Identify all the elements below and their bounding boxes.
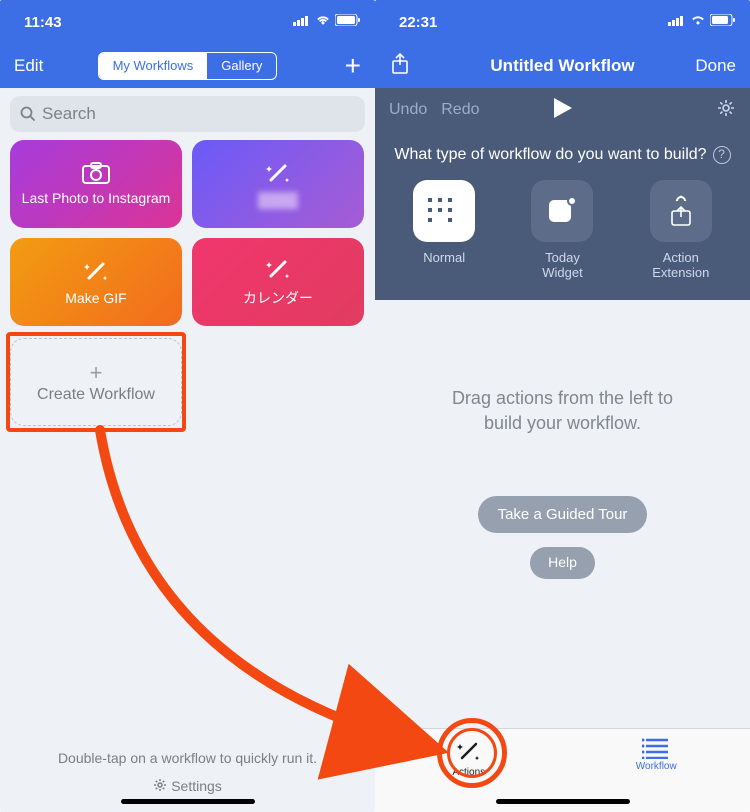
- play-icon: [554, 98, 572, 118]
- toolbar: Undo Redo: [375, 88, 750, 132]
- workflow-card[interactable]: Last Photo to Instagram: [10, 140, 182, 228]
- guided-tour-button[interactable]: Take a Guided Tour: [478, 496, 648, 533]
- picker-question: What type of workflow do you want to bui…: [385, 146, 740, 164]
- play-button[interactable]: [554, 98, 572, 123]
- tab-my-workflows[interactable]: My Workflows: [99, 53, 208, 79]
- canvas-hint: Drag actions from the left to build your…: [452, 386, 673, 436]
- create-highlight: + Create Workflow: [6, 332, 186, 432]
- wifi-icon: [690, 14, 706, 26]
- signal-icon: [293, 14, 311, 26]
- help-button[interactable]: Help: [530, 547, 595, 579]
- settings-button[interactable]: [716, 98, 736, 123]
- wand-icon: [265, 160, 291, 186]
- status-indicators: [293, 14, 361, 26]
- status-time: 22:31: [399, 14, 437, 31]
- extension-icon: [664, 193, 698, 229]
- widget-icon: [545, 194, 579, 228]
- share-icon: [391, 53, 409, 75]
- nav-bar: Untitled Workflow Done: [375, 44, 750, 88]
- search-input[interactable]: Search: [10, 96, 365, 132]
- wifi-icon: [315, 14, 331, 26]
- segmented-control: My Workflows Gallery: [98, 52, 278, 80]
- battery-icon: [335, 14, 361, 26]
- redo-button[interactable]: Redo: [441, 101, 479, 119]
- wand-icon: [83, 258, 109, 284]
- status-bar: 11:43: [0, 0, 375, 44]
- workflow-grid: Last Photo to Instagram ████ Make GIF カレ…: [0, 140, 375, 326]
- edit-button[interactable]: Edit: [14, 56, 43, 76]
- help-icon[interactable]: ?: [713, 146, 731, 164]
- battery-icon: [710, 14, 736, 26]
- workflow-card[interactable]: Make GIF: [10, 238, 182, 326]
- workflow-canvas[interactable]: Drag actions from the left to build your…: [375, 300, 750, 579]
- search-icon: [20, 106, 36, 122]
- undo-button[interactable]: Undo: [389, 101, 427, 119]
- share-button[interactable]: [391, 53, 409, 80]
- workflow-card[interactable]: カレンダー: [192, 238, 364, 326]
- page-title[interactable]: Untitled Workflow: [490, 56, 634, 76]
- type-today-widget[interactable]: Today Widget: [512, 180, 612, 280]
- settings-button[interactable]: Settings: [0, 778, 375, 812]
- home-indicator: [496, 799, 630, 804]
- normal-icon: [426, 196, 462, 226]
- type-normal[interactable]: Normal: [394, 180, 494, 280]
- status-time: 11:43: [24, 14, 62, 31]
- nav-bar: Edit My Workflows Gallery +: [0, 44, 375, 88]
- gear-icon: [153, 778, 167, 792]
- signal-icon: [668, 14, 686, 26]
- workflow-card[interactable]: ████: [192, 140, 364, 228]
- plus-icon: +: [90, 360, 103, 386]
- hint-text: Double-tap on a workflow to quickly run …: [0, 750, 375, 766]
- done-button[interactable]: Done: [695, 56, 736, 76]
- status-bar: 22:31: [375, 0, 750, 44]
- wand-icon: [265, 256, 291, 282]
- type-action-extension[interactable]: Action Extension: [631, 180, 731, 280]
- list-icon: [642, 737, 670, 759]
- tab-gallery[interactable]: Gallery: [207, 53, 276, 79]
- home-indicator: [121, 799, 255, 804]
- tab-bar: Actions Workflow: [375, 728, 750, 812]
- add-button[interactable]: +: [345, 52, 361, 80]
- gear-icon: [716, 98, 736, 118]
- editor-screen: 22:31 Untitled Workflow Done Undo Redo W…: [375, 0, 750, 812]
- blurred-label: ████: [258, 192, 298, 208]
- camera-icon: [82, 162, 110, 184]
- create-workflow-button[interactable]: + Create Workflow: [10, 338, 182, 426]
- type-picker: What type of workflow do you want to bui…: [375, 132, 750, 300]
- status-indicators: [668, 14, 736, 26]
- annotation-circle: [437, 718, 507, 788]
- library-screen: 11:43 Edit My Workflows Gallery + Search…: [0, 0, 375, 812]
- search-placeholder: Search: [42, 104, 96, 124]
